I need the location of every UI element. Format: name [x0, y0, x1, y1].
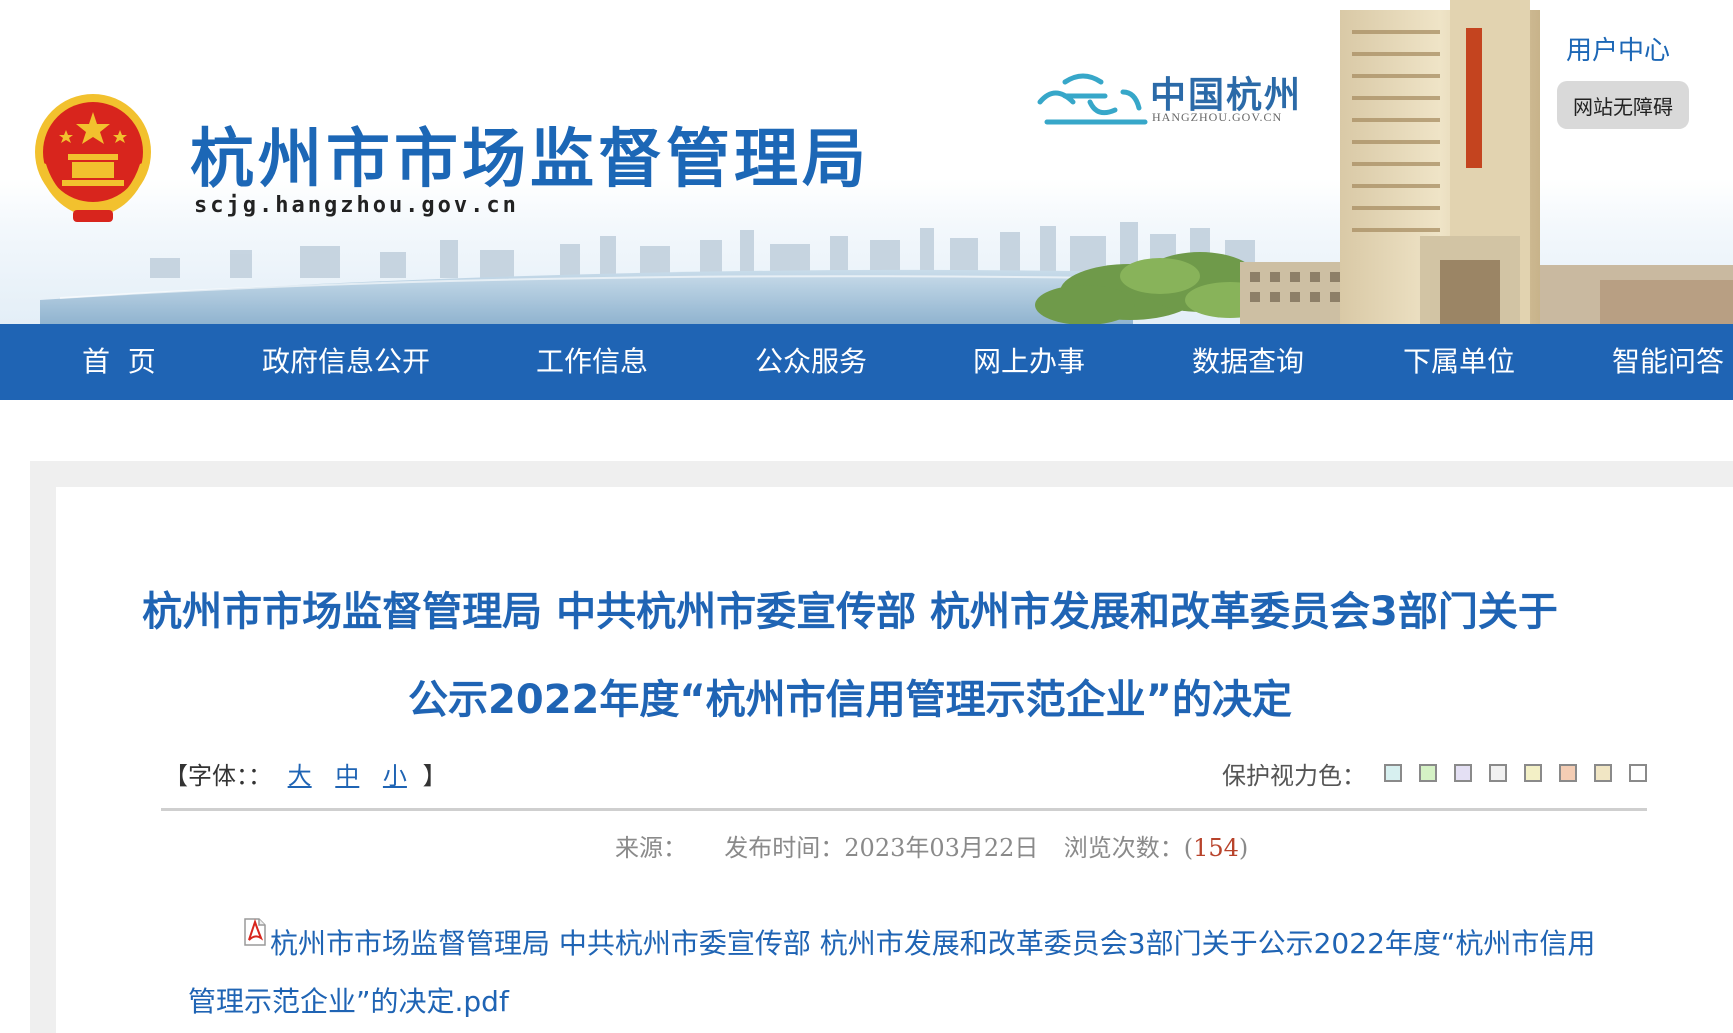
user-center-link[interactable]: 用户中心 [1566, 30, 1670, 67]
font-size-controls: 【字体：： 大 中 小 】 [164, 756, 447, 791]
site-title: 杭州市市场监督管理局 [190, 123, 870, 197]
font-size-prefix: 【字体：： [164, 762, 272, 790]
eye-care-swatch-yellow[interactable] [1524, 764, 1542, 782]
nav-item-home[interactable]: 首 页 [82, 324, 156, 400]
accessibility-button[interactable]: 网站无障碍 [1557, 81, 1689, 129]
article-meta: 来源： 发布时间：2023年03月22日 浏览次数：(154) [615, 828, 1248, 863]
eye-care-swatch-beige[interactable] [1594, 764, 1612, 782]
font-size-suffix: 】 [422, 762, 447, 790]
nav-item-gov-info[interactable]: 政府信息公开 [262, 324, 430, 400]
nav-item-subordinate-units[interactable]: 下属单位 [1403, 324, 1515, 400]
article-title: 杭州市市场监督管理局 中共杭州市委宣传部 杭州市发展和改革委员会3部门关于公示2… [142, 589, 1558, 723]
views-open-paren: ( [1183, 834, 1194, 862]
site-domain: scjg.hangzhou.gov.cn [194, 193, 519, 218]
eye-care-swatch-green[interactable] [1419, 764, 1437, 782]
eye-care-label: 保护视力色： [1222, 762, 1366, 790]
eye-care-swatch-cyan[interactable] [1384, 764, 1402, 782]
eye-care-swatch-orange[interactable] [1559, 764, 1577, 782]
eye-care-swatch-white[interactable] [1629, 764, 1647, 782]
national-emblem-logo [35, 94, 151, 222]
font-size-medium-link[interactable]: 中 [335, 762, 359, 790]
views-close-paren: ) [1238, 834, 1249, 862]
nav-item-online-service[interactable]: 网上办事 [973, 324, 1085, 400]
main-nav: 首 页 政府信息公开 工作信息 公众服务 网上办事 数据查询 下属单位 智能问答 [0, 324, 1733, 400]
title-divider [161, 808, 1647, 811]
nav-item-work-info[interactable]: 工作信息 [536, 324, 648, 400]
attachment-pdf-link[interactable]: 杭州市市场监督管理局 中共杭州市委宣传部 杭州市发展和改革委员会3部门关于公示2… [188, 915, 1608, 1031]
site-banner: 杭州市市场监督管理局 scjg.hangzhou.gov.cn 中国杭州 HAN… [0, 0, 1733, 325]
nav-item-public-service[interactable]: 公众服务 [755, 324, 867, 400]
font-size-small-link[interactable]: 小 [383, 762, 407, 790]
view-count: 154 [1193, 834, 1239, 862]
nav-item-smart-qa[interactable]: 智能问答 [1612, 324, 1724, 400]
source-label: 来源： [615, 834, 687, 862]
views-label: 浏览次数： [1063, 834, 1184, 862]
eye-care-swatch-purple[interactable] [1454, 764, 1472, 782]
publish-date: 2023年03月22日 [844, 834, 1039, 862]
font-size-large-link[interactable]: 大 [288, 762, 312, 790]
publish-label: 发布时间： [724, 834, 845, 862]
partner-logo-domain: HANGZHOU.GOV.CN [1152, 110, 1283, 124]
nav-item-data-query[interactable]: 数据查询 [1192, 324, 1304, 400]
eye-care-swatch-gray[interactable] [1489, 764, 1507, 782]
